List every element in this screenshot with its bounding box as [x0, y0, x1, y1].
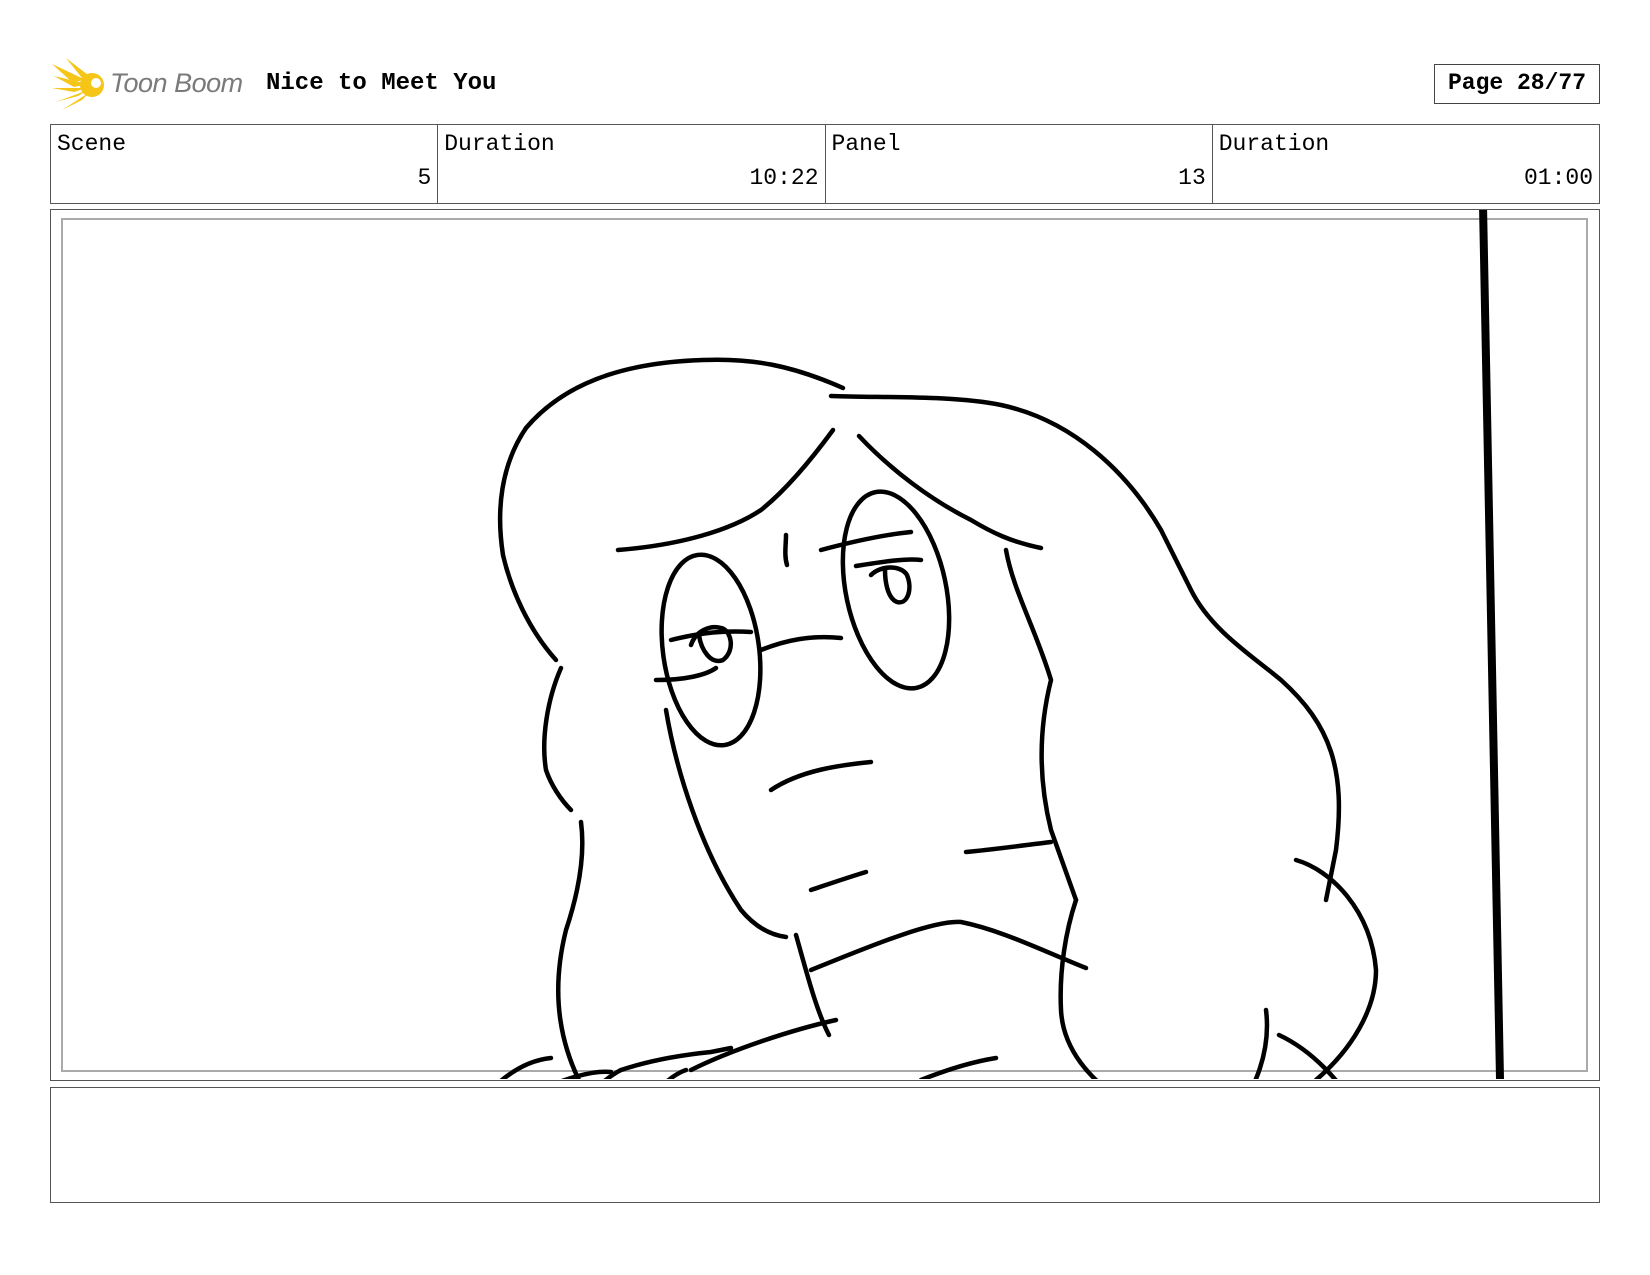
right-eye-line-stroke [853, 557, 924, 569]
page-indicator: Page 28/77 [1434, 64, 1600, 104]
scene-duration-label: Duration [444, 131, 555, 157]
arm-left-2-stroke [666, 1067, 689, 1079]
hair-left-bottom-stroke [556, 819, 585, 1079]
hair-right-lower-stroke [1058, 897, 1099, 1079]
jaw-mark-stroke [963, 839, 1054, 855]
scene-duration-value: 10:22 [749, 165, 819, 191]
scene-value: 5 [417, 165, 432, 191]
scene-duration-cell: Duration 10:22 [438, 125, 826, 203]
nose-mark-stroke [783, 532, 790, 568]
hair-left-lower-stroke [542, 665, 574, 813]
mouth-stroke [768, 759, 874, 793]
hair-right-end-stroke [1253, 1007, 1270, 1079]
neck-left-stroke [793, 932, 832, 1038]
glasses-bridge-stroke [758, 634, 844, 653]
shoulder-left-stroke [499, 1055, 554, 1079]
scene-label: Scene [57, 131, 127, 157]
hair-left-outer-stroke [497, 425, 559, 663]
left-eye-line-stroke [668, 629, 754, 643]
storyboard-panel-frame [50, 209, 1600, 1081]
chin-mark-stroke [808, 869, 869, 893]
hair-top-right-stroke [828, 393, 1342, 903]
scene-cell: Scene 5 [51, 125, 439, 203]
panel-cell: Panel 13 [826, 125, 1213, 203]
hair-top-stroke [523, 357, 846, 431]
logo-text: Toon Boom [110, 68, 243, 98]
right-brow-stroke [818, 529, 914, 553]
notes-box [50, 1087, 1600, 1203]
panel-label: Panel [831, 131, 901, 157]
starburst-icon [52, 58, 104, 110]
panel-duration-label: Duration [1218, 131, 1330, 157]
vertical-line-stroke [1479, 210, 1504, 1079]
bangs-left-stroke [615, 427, 836, 553]
storyboard-title: Nice to Meet You [266, 70, 497, 97]
right-lens-stroke [840, 489, 952, 691]
panel-duration-cell: Duration 01:00 [1213, 125, 1599, 203]
right-eye-stroke [868, 565, 912, 605]
neck-right-stroke [808, 919, 1089, 973]
panel-info-bar: Scene 5 Duration 10:22 Panel 13 Duration… [50, 124, 1600, 204]
panel-duration-value: 01:00 [1523, 165, 1593, 191]
collar-mid-stroke [688, 1017, 839, 1073]
collarbone-right-stroke [918, 1055, 999, 1079]
toon-boom-logo: Toon Boom [52, 58, 252, 112]
hair-right-curl-stroke [1293, 857, 1379, 1079]
panel-value: 13 [1178, 165, 1206, 191]
character-sketch [497, 210, 1504, 1079]
